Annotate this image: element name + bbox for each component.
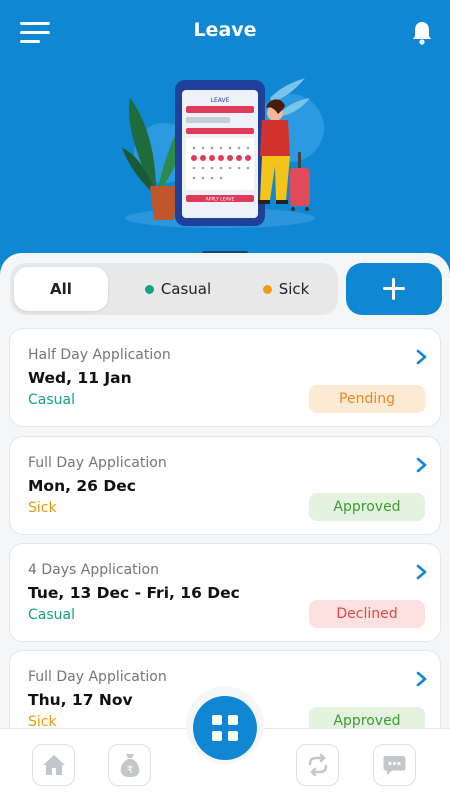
chevron-right-icon[interactable]: [414, 457, 428, 473]
status-badge: Declined: [309, 600, 425, 628]
tab-casual-label: Casual: [160, 280, 212, 298]
tab-casual[interactable]: Casual: [128, 267, 228, 311]
leave-card[interactable]: Full Day Application Mon, 26 Dec Sick Ap…: [9, 436, 441, 535]
status-badge: Pending: [309, 385, 425, 413]
tab-all-label: All: [50, 280, 72, 298]
leave-date: Tue, 13 Dec - Fri, 16 Dec: [28, 584, 240, 602]
tab-sick-label: Sick: [278, 280, 310, 298]
svg-text:₹: ₹: [126, 765, 132, 776]
nav-payments[interactable]: ₹: [108, 744, 151, 786]
grid-icon: [212, 715, 222, 725]
chevron-right-icon[interactable]: [414, 671, 428, 687]
phone-header-text: LEAVE: [211, 97, 230, 104]
leave-type: 4 Days Application: [28, 562, 159, 578]
casual-dot-icon: [144, 284, 154, 294]
nav-home[interactable]: [32, 744, 75, 786]
home-icon: [42, 755, 65, 775]
tab-sick[interactable]: Sick: [238, 267, 334, 311]
sick-dot-icon: [262, 284, 272, 294]
leave-illustration: LEAVE APPLY LEAVE: [122, 78, 324, 228]
header: Leave LEAVE APPLY LEAVE: [0, 0, 450, 265]
leave-type: Half Day Application: [28, 347, 171, 363]
leave-filter-tabs: All Casual Sick: [10, 263, 338, 315]
nav-swap[interactable]: [296, 744, 339, 786]
leave-category: Sick: [28, 500, 57, 516]
chevron-right-icon[interactable]: [414, 564, 428, 580]
page-title: Leave: [193, 19, 257, 41]
nav-chat[interactable]: [373, 744, 416, 786]
leave-card[interactable]: 4 Days Application Tue, 13 Dec - Fri, 16…: [9, 543, 441, 642]
status-badge: Approved: [309, 493, 425, 521]
rupee-bag-icon: ₹: [120, 754, 139, 777]
chevron-right-icon[interactable]: [414, 349, 428, 365]
chat-icon: [383, 756, 405, 775]
phone-apply-text: APPLY LEAVE: [206, 197, 235, 203]
add-leave-button[interactable]: [346, 263, 442, 315]
leave-category: Casual: [28, 607, 75, 623]
leave-date: Thu, 17 Nov: [28, 691, 133, 709]
leave-date: Mon, 26 Dec: [28, 477, 136, 495]
leave-card[interactable]: Half Day Application Wed, 11 Jan Casual …: [9, 328, 441, 427]
leave-date: Wed, 11 Jan: [28, 369, 132, 387]
tab-all[interactable]: All: [14, 267, 108, 311]
bell-icon[interactable]: [410, 20, 434, 46]
leave-category: Casual: [28, 392, 75, 408]
swap-icon: [308, 753, 327, 777]
grid-menu-button[interactable]: [193, 696, 257, 760]
leave-type: Full Day Application: [28, 669, 167, 685]
leave-type: Full Day Application: [28, 455, 167, 471]
